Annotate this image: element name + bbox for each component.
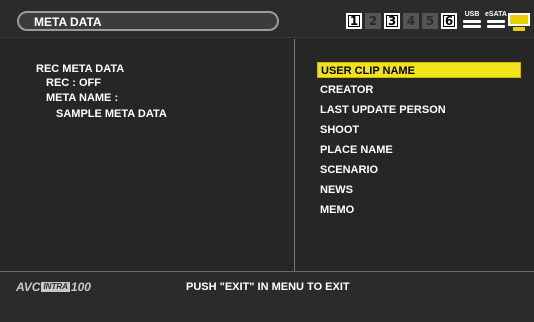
rec-status: REC : OFF bbox=[46, 77, 101, 89]
footer-message: PUSH "EXIT" IN MENU TO EXIT bbox=[186, 281, 350, 293]
header-bar: META DATA 1 2 3 4 5 6 USB eSATA bbox=[0, 0, 534, 38]
menu-item-shoot[interactable]: SHOOT bbox=[317, 122, 521, 138]
rec-meta-heading: REC META DATA bbox=[36, 63, 125, 75]
menu-item-place-name[interactable]: PLACE NAME bbox=[317, 142, 521, 158]
menu-item-last-update-person[interactable]: LAST UPDATE PERSON bbox=[317, 102, 521, 118]
menu-item-user-clip-name[interactable]: USER CLIP NAME bbox=[317, 62, 521, 78]
slot-2-indicator: 2 bbox=[365, 13, 381, 29]
menu-item-memo[interactable]: MEMO bbox=[317, 202, 521, 218]
page-title: META DATA bbox=[34, 15, 102, 29]
esata-label: eSATA bbox=[485, 11, 507, 18]
title-pill: META DATA bbox=[17, 11, 279, 31]
usb-label: USB bbox=[464, 11, 480, 18]
avc-intra-logo: AVC INTRA 100 bbox=[16, 280, 91, 294]
menu-item-news[interactable]: NEWS bbox=[317, 182, 521, 198]
slot-6-indicator: 6 bbox=[441, 13, 457, 29]
meta-menu: USER CLIP NAME CREATOR LAST UPDATE PERSO… bbox=[295, 39, 534, 271]
footer-bar: AVC INTRA 100 PUSH "EXIT" IN MENU TO EXIT bbox=[0, 271, 534, 322]
menu-item-scenario[interactable]: SCENARIO bbox=[317, 162, 521, 178]
meta-name-label: META NAME : bbox=[46, 92, 119, 104]
meta-name-value: SAMPLE META DATA bbox=[56, 108, 167, 120]
slot-4-indicator: 4 bbox=[403, 13, 419, 29]
monitor-icon bbox=[508, 13, 530, 31]
menu-item-creator[interactable]: CREATOR bbox=[317, 82, 521, 98]
meta-data-screen: META DATA 1 2 3 4 5 6 USB eSATA REC META… bbox=[0, 0, 534, 322]
rec-meta-panel: REC META DATA REC : OFF META NAME : SAMP… bbox=[0, 39, 294, 271]
esata-drive-icon: eSATA bbox=[484, 11, 508, 33]
slot-5-indicator: 5 bbox=[422, 13, 438, 29]
usb-drive-icon: USB bbox=[460, 11, 484, 33]
slot-3-indicator: 3 bbox=[384, 13, 400, 29]
slot-1-indicator: 1 bbox=[346, 13, 362, 29]
